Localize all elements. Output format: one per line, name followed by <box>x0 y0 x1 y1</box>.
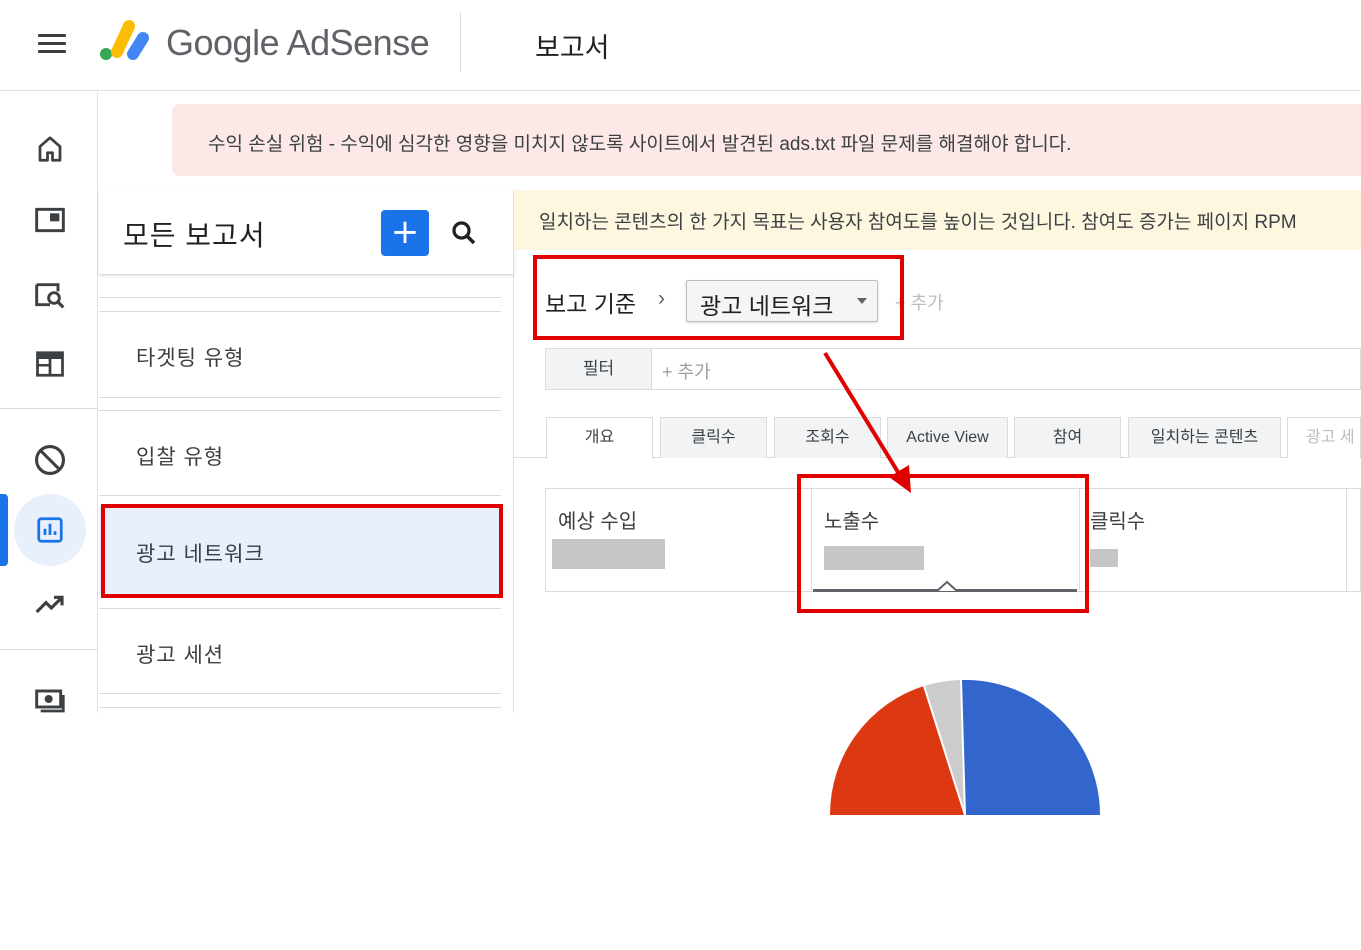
tab-matched-content[interactable]: 일치하는 콘텐츠 <box>1128 417 1281 458</box>
list-divider <box>99 693 501 694</box>
metric-label: 클릭수 <box>1090 511 1146 533</box>
brand-name: Google AdSense <box>166 22 430 63</box>
tab-engagement[interactable]: 참여 <box>1014 417 1121 458</box>
pie-slice-blue <box>961 680 1100 815</box>
highlight-box-ad-network <box>101 504 503 598</box>
banner-text: 일치하는 콘텐츠의 한 가지 목표는 사용자 참여도를 높이는 것입니다. 참여… <box>539 212 1297 233</box>
alert-text: 수익 손실 위험 - 수익에 심각한 영향을 미치지 않도록 사이트에서 발견된… <box>208 134 1072 155</box>
add-report-button[interactable]: + <box>381 210 429 256</box>
tab-ad-session[interactable]: 광고 세 <box>1287 417 1361 458</box>
matched-content-banner: 일치하는 콘텐츠의 한 가지 목표는 사용자 참여도를 높이는 것입니다. 참여… <box>514 190 1361 250</box>
active-indicator <box>0 494 8 566</box>
list-divider <box>99 707 501 708</box>
metric-value-redacted <box>552 539 665 569</box>
ad-unit-icon[interactable] <box>28 198 72 242</box>
top-app-bar: Google AdSense 보고서 <box>0 0 1361 91</box>
add-filter-input[interactable]: + 추가 <box>662 358 711 384</box>
adsense-logo-icon <box>100 20 149 60</box>
header-divider <box>460 12 461 72</box>
metric-label: 예상 수입 <box>558 511 638 533</box>
page-title: 보고서 <box>535 33 610 63</box>
tab-clicks[interactable]: 클릭수 <box>660 417 767 458</box>
metric-estimated-earnings[interactable]: 예상 수입 <box>546 489 811 591</box>
list-divider <box>99 297 501 298</box>
payments-icon[interactable] <box>28 677 72 721</box>
annotation-arrow-icon <box>823 351 911 493</box>
metric-value-redacted <box>1090 549 1118 567</box>
trending-icon[interactable] <box>28 582 72 626</box>
metric-clicks[interactable]: 클릭수 <box>1080 489 1346 591</box>
reports-panel: 모든 보고서 + 타겟팅 유형 입찰 유형 광고 네트워크 광고 세션 <box>99 190 514 713</box>
report-item-label: 입찰 유형 <box>136 446 225 469</box>
report-icon[interactable] <box>28 508 72 552</box>
list-divider <box>99 495 501 496</box>
highlight-box-report-basis <box>533 255 904 340</box>
network-pie-chart <box>830 680 1100 816</box>
menu-icon[interactable] <box>30 28 70 60</box>
tab-overview[interactable]: 개요 <box>546 417 653 459</box>
home-icon[interactable] <box>28 127 72 171</box>
report-item-bid-type[interactable]: 입찰 유형 <box>99 411 501 497</box>
report-item-ad-session[interactable]: 광고 세션 <box>99 609 501 695</box>
layout-icon[interactable] <box>28 342 72 386</box>
nav-rail <box>0 92 98 713</box>
site-search-icon[interactable] <box>28 272 72 316</box>
filter-button[interactable]: 필터 <box>546 349 652 389</box>
reports-title: 모든 보고서 <box>123 220 266 251</box>
search-icon[interactable] <box>449 218 479 248</box>
metric-divider <box>1346 489 1347 591</box>
rail-divider-2 <box>0 649 98 650</box>
block-icon[interactable] <box>28 438 72 482</box>
reports-header: 모든 보고서 + <box>99 190 514 275</box>
report-item-targeting-type[interactable]: 타겟팅 유형 <box>99 312 501 398</box>
rail-divider <box>0 408 98 409</box>
list-divider <box>99 397 501 398</box>
report-item-label: 타겟팅 유형 <box>136 347 245 370</box>
report-item-label: 광고 세션 <box>136 644 225 667</box>
ads-txt-alert: 수익 손실 위험 - 수익에 심각한 영향을 미치지 않도록 사이트에서 발견된… <box>172 104 1361 176</box>
filter-bar: 필터 + 추가 <box>545 348 1361 390</box>
